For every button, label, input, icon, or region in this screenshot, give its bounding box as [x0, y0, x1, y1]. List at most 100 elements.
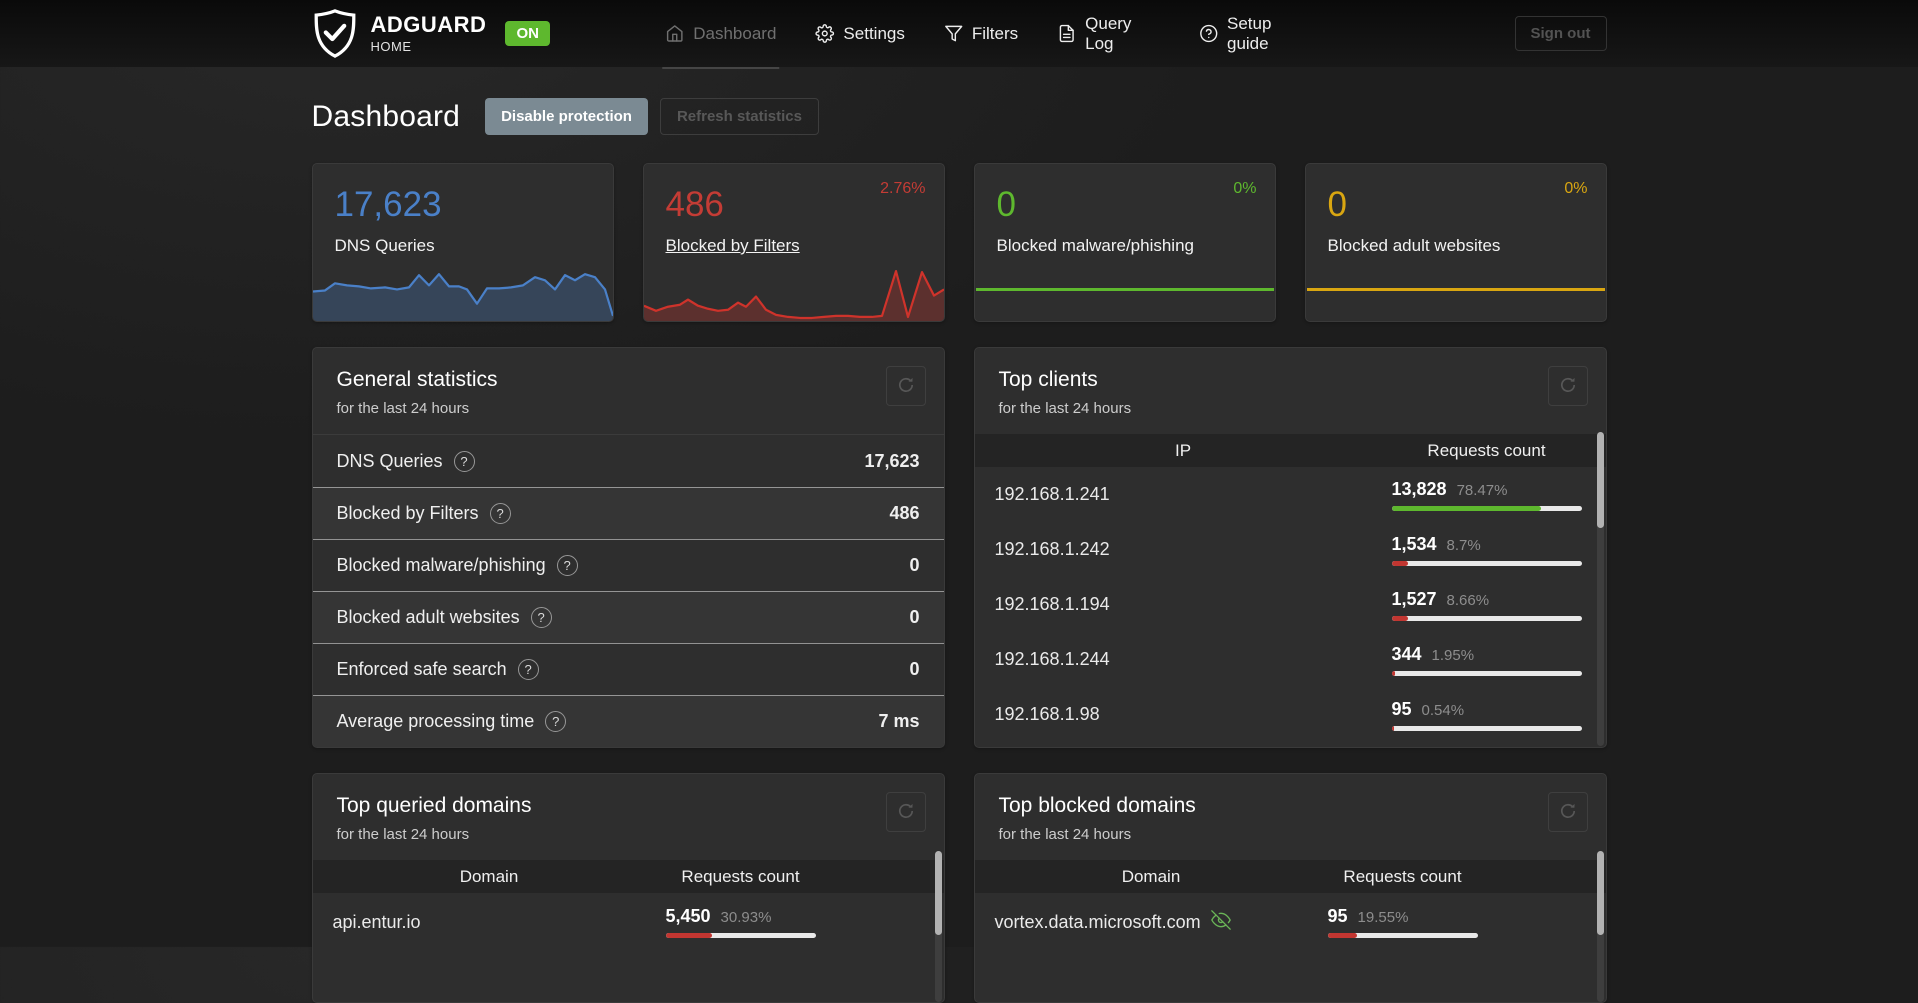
general-statistics-panel: General statistics for the last 24 hours… — [311, 347, 945, 748]
top-queried-rows: api.entur.io 5,450 30.93% — [313, 893, 944, 951]
panel-title: Top blocked domains — [998, 794, 1196, 817]
adguard-logo[interactable]: ADGUARD HOME — [312, 8, 487, 59]
stat-row-value: 486 — [889, 503, 920, 523]
client-ip-link[interactable]: 192.168.1.244 — [995, 649, 1392, 670]
client-ip-link[interactable]: 192.168.1.242 — [995, 539, 1392, 560]
top-clients-rows: 192.168.1.241 13,828 78.47% 192.168.1.24… — [975, 467, 1606, 742]
panel-title: Top clients — [998, 368, 1098, 391]
requests-count: 13,828 — [1391, 478, 1447, 499]
refresh-icon — [1560, 377, 1576, 396]
stat-percent: 0% — [1233, 180, 1257, 197]
stat-label: Blocked malware/phishing — [996, 236, 1195, 255]
stat-row-value: 0 — [909, 607, 920, 627]
domain-link[interactable]: api.entur.io — [333, 912, 666, 933]
table-row: api.entur.io 5,450 30.93% — [313, 893, 944, 951]
gear-icon — [815, 24, 835, 43]
brand-sub: HOME — [370, 39, 412, 54]
refresh-panel-button[interactable] — [1547, 366, 1588, 406]
nav-item[interactable]: Setup guide — [1199, 0, 1313, 67]
requests-percent: 8.66% — [1446, 591, 1490, 609]
stat-row-label: Blocked by Filters — [336, 503, 479, 523]
nav-item[interactable]: Filters — [944, 0, 1018, 67]
column-header-domain: Domain — [459, 866, 519, 886]
stat-row-value: 7 ms — [878, 711, 920, 731]
requests-count: 344 — [1391, 643, 1422, 664]
panel-subtitle: for the last 24 hours — [998, 400, 1132, 417]
stat-row: Blocked by Filters 486 — [312, 487, 944, 539]
refresh-icon — [898, 377, 914, 396]
scrollbar-thumb[interactable] — [934, 851, 942, 935]
blocked-filters-link[interactable]: Blocked by Filters — [666, 236, 800, 256]
requests-percent: 19.55% — [1357, 909, 1409, 926]
panel-title: Top queried domains — [336, 794, 532, 817]
eye-off-icon — [1210, 909, 1231, 935]
refresh-statistics-button[interactable]: Refresh statistics — [659, 98, 819, 135]
stat-percent: 2.76% — [880, 180, 926, 197]
progress-bar — [1391, 725, 1582, 731]
progress-bar — [1391, 505, 1582, 511]
page-title: Dashboard — [311, 99, 461, 133]
help-circle-icon[interactable] — [545, 711, 567, 732]
domain-link[interactable]: vortex.data.microsoft.com — [995, 909, 1328, 935]
refresh-icon — [898, 803, 914, 822]
refresh-panel-button[interactable] — [1547, 792, 1588, 832]
top-blocked-domains-panel: Top blocked domains for the last 24 hour… — [973, 773, 1607, 1003]
nav-item[interactable]: Query Log — [1057, 0, 1160, 67]
requests-count: 95 — [1391, 698, 1412, 719]
requests-count: 5,450 — [665, 906, 711, 926]
progress-bar — [1391, 560, 1582, 566]
panel-subtitle: for the last 24 hours — [336, 400, 470, 417]
help-circle-icon[interactable] — [556, 555, 578, 576]
nav-item[interactable]: Dashboard — [662, 0, 780, 69]
help-circle-icon[interactable] — [530, 607, 552, 628]
requests-percent: 8.7% — [1446, 536, 1481, 554]
table-row: 192.168.1.244 344 1.95% — [975, 632, 1606, 687]
progress-bar — [665, 933, 816, 938]
scrollbar-thumb[interactable] — [1596, 432, 1604, 528]
table-row: 192.168.1.242 1,534 8.7% — [975, 522, 1606, 577]
scrollbar-track — [934, 851, 942, 1002]
column-header-ip: IP — [1174, 440, 1192, 460]
malware-flatline — [975, 288, 1274, 291]
help-circle-icon[interactable] — [453, 450, 475, 472]
scrollbar-track — [1596, 432, 1604, 746]
disable-protection-button[interactable]: Disable protection — [485, 98, 648, 135]
column-header-domain: Domain — [1121, 866, 1181, 886]
requests-percent: 78.47% — [1456, 481, 1508, 499]
panel-subtitle: for the last 24 hours — [998, 826, 1132, 843]
refresh-panel-button[interactable] — [885, 366, 926, 406]
progress-bar — [1391, 670, 1582, 676]
dns-queries-sparkline — [312, 265, 613, 321]
refresh-panel-button[interactable] — [885, 792, 926, 832]
home-icon — [665, 24, 684, 43]
help-circle-icon[interactable] — [489, 503, 511, 524]
nav-item[interactable]: Settings — [815, 0, 905, 67]
top-clients-panel: Top clients for the last 24 hours IP Req… — [973, 347, 1607, 748]
sign-out-button[interactable]: Sign out — [1514, 16, 1607, 51]
stat-row-label: Blocked adult websites — [336, 607, 520, 627]
table-row: 192.168.1.241 13,828 78.47% — [975, 467, 1606, 522]
requests-count: 95 — [1327, 906, 1348, 926]
stat-label: Blocked adult websites — [1327, 236, 1501, 255]
column-header-requests: Requests count — [1343, 866, 1462, 886]
requests-count: 1,534 — [1391, 533, 1437, 554]
stat-card-blocked-malware: 0 Blocked malware/phishing 0% — [973, 163, 1276, 322]
stat-percent: 0% — [1564, 180, 1588, 197]
stat-row: DNS Queries 17,623 — [313, 435, 944, 487]
panel-subtitle: for the last 24 hours — [336, 826, 470, 843]
funnel-icon — [944, 24, 963, 43]
help-circle-icon[interactable] — [517, 659, 539, 680]
stat-row-label: Blocked malware/phishing — [336, 555, 546, 575]
progress-bar — [1391, 615, 1582, 621]
refresh-icon — [1560, 803, 1576, 822]
table-header: Domain Requests count — [974, 860, 1606, 893]
scrollbar-thumb[interactable] — [1596, 851, 1604, 935]
column-header-requests: Requests count — [1427, 440, 1546, 460]
client-ip-link[interactable]: 192.168.1.98 — [995, 704, 1392, 725]
help-icon — [1199, 24, 1218, 43]
client-ip-link[interactable]: 192.168.1.241 — [995, 484, 1392, 505]
client-ip-link[interactable]: 192.168.1.194 — [995, 594, 1392, 615]
shield-check-icon — [312, 8, 358, 59]
stat-row-value: 0 — [909, 659, 920, 679]
brand-name: ADGUARD — [370, 12, 487, 37]
